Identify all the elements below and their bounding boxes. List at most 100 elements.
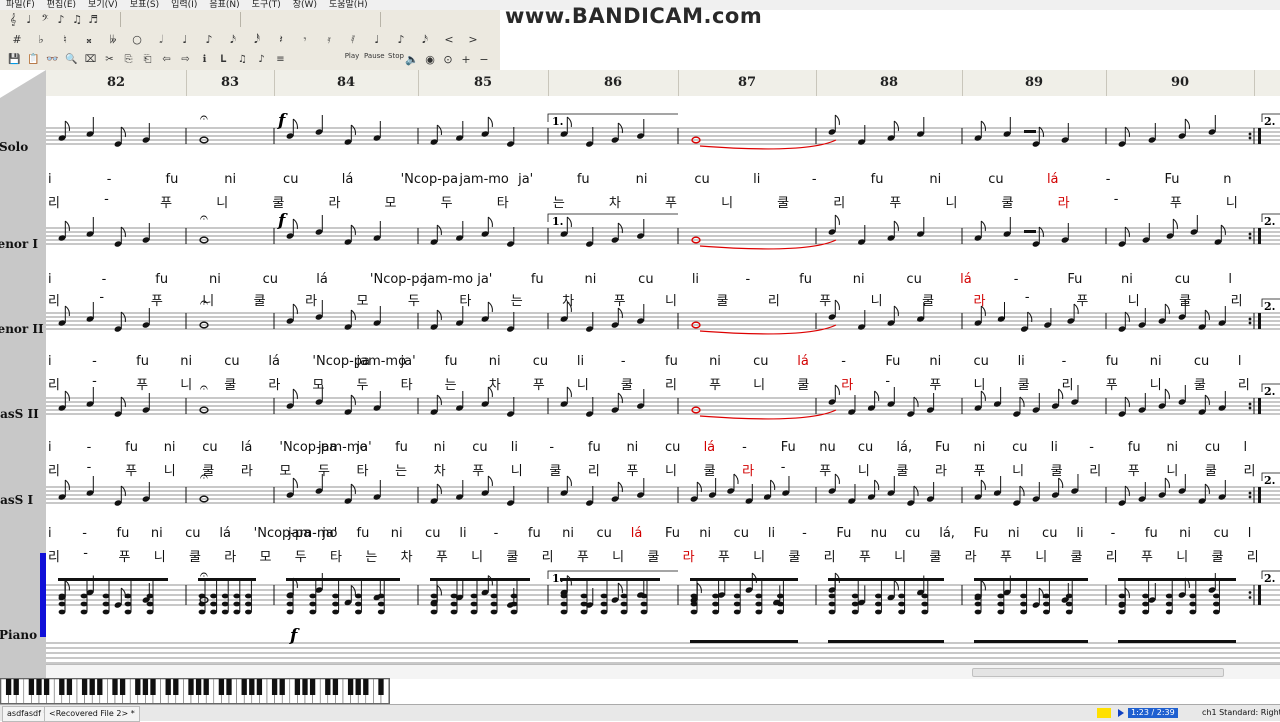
menu-item-8[interactable]: 도움말(H) — [323, 0, 374, 10]
piano-black-key[interactable] — [43, 679, 50, 695]
accidental-tool-17-icon[interactable]: 𝅘𝅥𝅯 — [414, 32, 436, 47]
edit-tool-12-icon[interactable]: ♫ — [234, 52, 251, 67]
piano-black-key[interactable] — [249, 679, 255, 695]
instrument-label[interactable]: BasS II — [0, 407, 39, 421]
edit-tool-2-icon[interactable]: 👓 — [44, 52, 61, 67]
piano-black-key[interactable] — [378, 679, 384, 695]
piano-black-key[interactable] — [119, 679, 126, 695]
instrument-label[interactable]: Solo — [0, 140, 28, 154]
piano-black-key[interactable] — [150, 679, 156, 695]
menu-item-2[interactable]: 보기(V) — [82, 0, 124, 10]
piano-black-key[interactable] — [325, 679, 331, 695]
edit-tool-9-icon[interactable]: ⇨ — [177, 52, 194, 67]
accidental-tool-8-icon[interactable]: ♪ — [198, 32, 220, 47]
accidental-tool-1-icon[interactable]: ♭ — [30, 32, 52, 47]
menu-item-7[interactable]: 창(W) — [287, 0, 323, 10]
menu-item-3[interactable]: 보표(S) — [124, 0, 165, 10]
measure-number[interactable]: 88 — [880, 75, 898, 90]
piano-black-key[interactable] — [28, 679, 35, 695]
measure-number[interactable]: 83 — [221, 75, 239, 90]
piano-black-key[interactable] — [188, 679, 194, 695]
piano-black-key[interactable] — [81, 679, 88, 695]
note-tool-5-icon[interactable]: ♬ — [86, 12, 100, 27]
accidental-tool-15-icon[interactable]: ♩ — [366, 32, 388, 47]
misc-tool-1-icon[interactable]: ◉ — [422, 52, 438, 67]
accidental-tool-3-icon[interactable]: 𝄪 — [78, 32, 100, 47]
edit-tool-14-icon[interactable]: ≡ — [272, 52, 289, 67]
measure-number[interactable]: 86 — [604, 75, 622, 90]
accidental-tool-19-icon[interactable]: > — [462, 32, 484, 47]
note-tool-3-icon[interactable]: ♪ — [54, 12, 68, 27]
piano-black-key[interactable] — [165, 679, 171, 695]
piano-black-key[interactable] — [271, 679, 278, 695]
measure-number[interactable]: 87 — [738, 75, 756, 90]
accidental-tool-10-icon[interactable]: 𝅘𝅥𝅰 — [246, 32, 268, 47]
note-tool-2-icon[interactable]: 𝄢 — [38, 12, 52, 27]
accidental-tool-4-icon[interactable]: 𝄫 — [102, 32, 124, 47]
piano-black-key[interactable] — [13, 679, 19, 695]
piano-black-key[interactable] — [203, 679, 209, 695]
note-tool-1-icon[interactable]: ♩ — [22, 12, 36, 27]
measure-number[interactable]: 85 — [474, 75, 492, 90]
piano-black-key[interactable] — [97, 679, 103, 695]
piano-black-key[interactable] — [256, 679, 263, 695]
piano-black-key[interactable] — [112, 679, 118, 695]
accidental-tool-0-icon[interactable]: # — [6, 32, 28, 47]
instrument-label[interactable]: BasS I — [0, 493, 33, 507]
piano-black-key[interactable] — [173, 679, 179, 695]
piano-black-key[interactable] — [294, 679, 301, 695]
piano-black-key[interactable] — [59, 679, 65, 695]
piano-black-key[interactable] — [66, 679, 73, 695]
piano-black-key[interactable] — [195, 679, 202, 695]
misc-tool-3-icon[interactable]: + — [458, 52, 474, 67]
menu-item-4[interactable]: 입력(I) — [165, 0, 203, 10]
menu-item-5[interactable]: 음표(N) — [203, 0, 245, 10]
instrument-label[interactable]: Tenor II — [0, 322, 44, 336]
menu-item-6[interactable]: 도구(T) — [246, 0, 287, 10]
accidental-tool-9-icon[interactable]: 𝅘𝅥𝅯 — [222, 32, 244, 47]
piano-black-key[interactable] — [142, 679, 149, 695]
accidental-tool-2-icon[interactable]: ♮ — [54, 32, 76, 47]
stop-button[interactable]: Stop — [386, 52, 406, 67]
piano-black-key[interactable] — [279, 679, 285, 695]
edit-tool-11-icon[interactable]: 𝐋 — [215, 52, 232, 67]
accidental-tool-18-icon[interactable]: < — [438, 32, 460, 47]
menu-item-0[interactable]: 파일(F) — [0, 0, 41, 10]
scrollbar-thumb[interactable] — [972, 668, 1224, 677]
instrument-label[interactable]: Tenor I — [0, 237, 38, 251]
instrument-label[interactable]: Piano — [0, 628, 37, 642]
edit-tool-4-icon[interactable]: ⌧ — [82, 52, 99, 67]
edit-tool-7-icon[interactable]: ⎗ — [139, 52, 156, 67]
misc-tool-0-icon[interactable]: 🔈 — [404, 52, 420, 67]
piano-keyboard[interactable] — [0, 678, 390, 704]
horizontal-scrollbar[interactable] — [46, 664, 1280, 679]
accidental-tool-11-icon[interactable]: 𝄽 — [270, 32, 292, 47]
piano-black-key[interactable] — [347, 679, 354, 695]
edit-tool-6-icon[interactable]: ⎘ — [120, 52, 137, 67]
menu-item-1[interactable]: 편집(E) — [41, 0, 82, 10]
edit-tool-0-icon[interactable]: 💾 — [6, 52, 23, 67]
piano-black-key[interactable] — [89, 679, 95, 695]
measure-number[interactable]: 89 — [1025, 75, 1043, 90]
play-icon[interactable] — [1118, 709, 1124, 717]
piano-black-key[interactable] — [355, 679, 361, 695]
misc-tool-4-icon[interactable]: − — [476, 52, 492, 67]
piano-black-key[interactable] — [332, 679, 339, 695]
measure-number[interactable]: 84 — [337, 75, 355, 90]
accidental-tool-6-icon[interactable]: 𝅗𝅥 — [150, 32, 172, 47]
piano-black-key[interactable] — [363, 679, 369, 695]
misc-tool-2-icon[interactable]: ⊙ — [440, 52, 456, 67]
piano-black-key[interactable] — [135, 679, 141, 695]
measure-number[interactable]: 90 — [1171, 75, 1189, 90]
pause-button[interactable]: Pause — [364, 52, 385, 67]
edit-tool-5-icon[interactable]: ✂ — [101, 52, 118, 67]
measure-number[interactable]: 82 — [107, 75, 125, 90]
piano-black-key[interactable] — [36, 679, 42, 695]
edit-tool-1-icon[interactable]: 📋 — [25, 52, 42, 67]
accidental-tool-16-icon[interactable]: ♪ — [390, 32, 412, 47]
play-button[interactable]: Play — [342, 52, 362, 67]
edit-tool-3-icon[interactable]: 🔍 — [63, 52, 80, 67]
edit-tool-10-icon[interactable]: ℹ — [196, 52, 213, 67]
measure-ruler[interactable]: 82 83 84 85 86 87 88 89 90 — [0, 70, 1280, 97]
edit-tool-13-icon[interactable]: ♪ — [253, 52, 270, 67]
